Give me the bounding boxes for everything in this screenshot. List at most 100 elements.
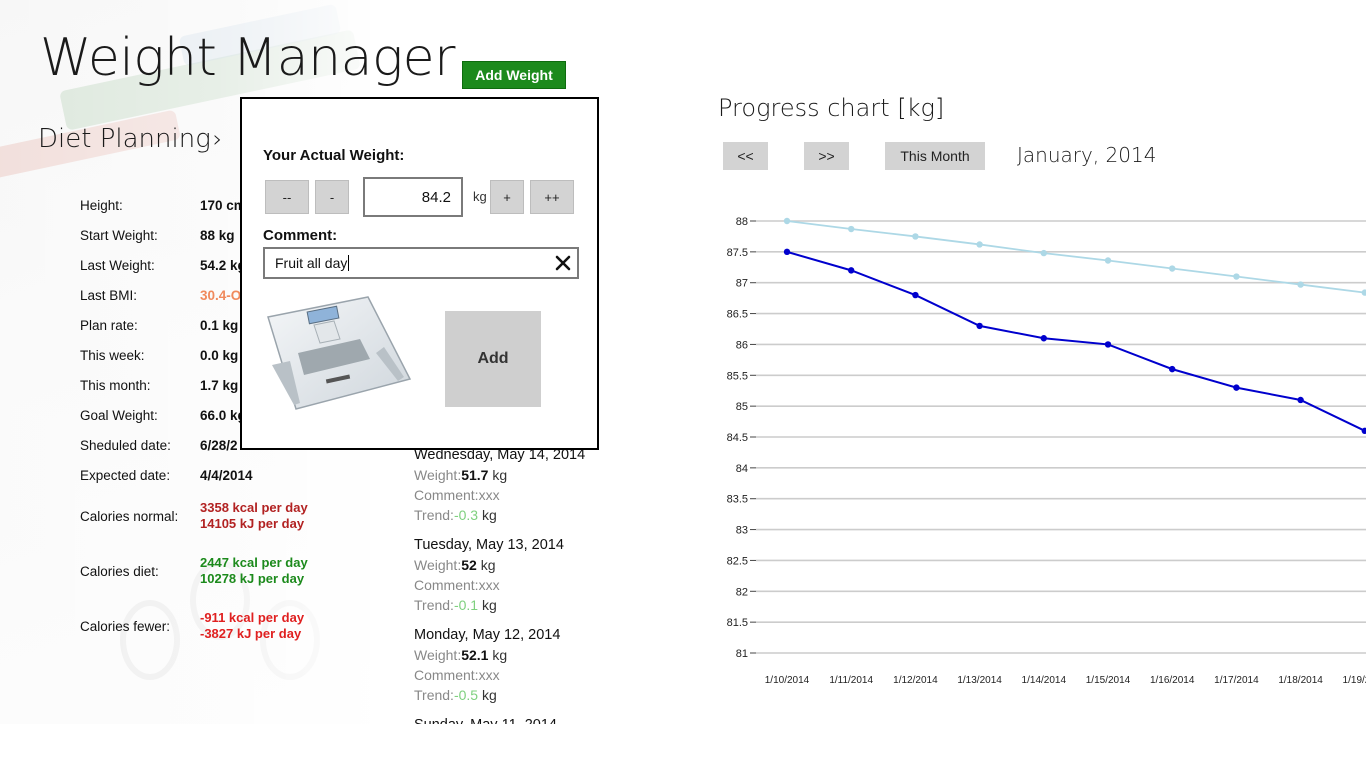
series-line-0 [786, 220, 1365, 294]
comment-label: Comment: [414, 667, 479, 683]
weight-input-value: 84.2 [421, 188, 451, 206]
x-tick-label: 1/16/2014 [1150, 675, 1195, 686]
y-tick-label: 83 [736, 525, 748, 537]
prev-month-button[interactable]: << [723, 142, 768, 170]
bmi-value: 30.4-O [200, 287, 242, 303]
section-title-label: Diet Planning [38, 124, 211, 154]
data-point [976, 322, 983, 330]
calories-values: 2447 kcal per day 10278 kJ per day [200, 555, 308, 587]
kcal-value: -911 kcal per day [200, 610, 305, 625]
increase-big-button[interactable]: ++ [530, 180, 574, 214]
diet-planning-link[interactable]: Diet Planning› [38, 124, 222, 154]
data-point [912, 291, 919, 299]
x-tick-label: 1/19/2014 [1343, 675, 1366, 686]
stat-label: Sheduled date: [80, 437, 171, 453]
entry-date: Monday, May 12, 2014 [414, 627, 561, 643]
entry-trend: Trend:-0.3 kg [414, 505, 654, 525]
data-point [1169, 265, 1176, 272]
comment-input-value: Fruit all day [275, 255, 348, 271]
data-point [1169, 365, 1176, 373]
trend-value: -0.1 [453, 597, 479, 613]
comment-label: Comment: [414, 577, 479, 593]
data-point [1104, 257, 1112, 264]
x-tick-label: 1/14/2014 [1022, 675, 1067, 686]
clear-icon[interactable] [552, 252, 574, 274]
y-tick-label: 85.5 [727, 370, 748, 382]
this-month-button[interactable]: This Month [885, 142, 985, 170]
entry-date: Sunday, May 11, 2014 [414, 715, 654, 724]
data-point [1297, 396, 1304, 404]
increase-button[interactable]: + [490, 180, 524, 214]
trend-unit: kg [481, 597, 497, 613]
chart-title: Progress chart [kg] [718, 94, 945, 122]
y-tick-label: 81 [736, 648, 748, 660]
calories-label: Calories normal: [80, 508, 179, 524]
x-tick-label: 1/10/2014 [765, 675, 810, 686]
stat-label: Expected date: [80, 467, 171, 483]
stat-label: This month: [80, 377, 151, 393]
trend-value: -0.3 [453, 507, 479, 523]
stat-row: Expected date: 4/4/2014 [80, 460, 380, 490]
x-tick-label: 1/12/2014 [893, 675, 938, 686]
next-month-button[interactable]: >> [804, 142, 849, 170]
data-point [1040, 335, 1047, 342]
stat-label: This week: [80, 347, 145, 363]
stat-value: 54.2 kg [200, 257, 246, 273]
stat-value: 0.0 kg [200, 347, 239, 363]
stat-value: 88 kg [200, 227, 235, 243]
data-point [1297, 281, 1304, 288]
stat-label: Start Weight: [80, 227, 158, 243]
app-title: Weight Manager [40, 28, 456, 88]
x-tick-label: 1/13/2014 [957, 675, 1002, 686]
bathroom-scale-image [267, 296, 412, 410]
current-month-label: January, 2014 [1017, 143, 1157, 167]
weight-label: Weight: [414, 467, 462, 483]
y-tick-label: 81.5 [727, 617, 748, 629]
decrease-big-button[interactable]: -- [265, 180, 309, 214]
entry-weight: Weight:51.7 kg [414, 465, 654, 485]
x-tick-label: 1/18/2014 [1278, 675, 1323, 686]
actual-weight-label: Your Actual Weight: [263, 147, 405, 164]
entry-weight: Weight:52 kg [414, 555, 654, 575]
calories-normal-row: Calories normal: 3358 kcal per day 14105 … [80, 496, 380, 536]
comment-label: Comment: [263, 227, 338, 244]
add-button[interactable]: Add [445, 311, 541, 407]
weight-value: 52 [461, 557, 477, 573]
list-item[interactable]: Tuesday, May 13, 2014 Weight:52 kg Comme… [414, 535, 654, 615]
y-tick-label: 87.5 [727, 247, 748, 259]
calories-fewer-row: Calories fewer: -911 kcal per day -3827 k… [80, 606, 380, 646]
stat-value: 6/28/2 [200, 437, 238, 453]
weight-unit: kg [492, 467, 508, 483]
y-tick-label: 87 [736, 278, 748, 290]
trend-unit: kg [481, 507, 497, 523]
list-item[interactable]: Monday, May 12, 2014 Weight:52.1 kg Comm… [414, 625, 654, 705]
list-item[interactable]: Sunday, May 11, 2014 [414, 715, 654, 724]
entry-comment: Comment:xxx [414, 485, 654, 505]
stat-value: 4/4/2014 [200, 467, 253, 483]
comment-value: xxx [478, 487, 500, 503]
add-weight-button[interactable]: Add Weight [462, 61, 566, 89]
list-item[interactable]: Wednesday, May 14, 2014 Weight:51.7 kg C… [414, 445, 654, 525]
weight-history-list[interactable]: Wednesday, May 14, 2014 Weight:51.7 kg C… [414, 445, 654, 724]
y-tick-label: 82.5 [727, 555, 748, 567]
x-tick-label: 1/15/2014 [1086, 675, 1131, 686]
comment-input[interactable]: Fruit all day [263, 247, 579, 279]
stat-value: 0.1 kg [200, 317, 239, 333]
weight-value: 52.1 [461, 647, 489, 663]
stat-label: Plan rate: [80, 317, 138, 333]
trend-label: Trend: [414, 507, 454, 523]
y-tick-label: 88 [736, 216, 748, 228]
data-point [848, 225, 855, 233]
kcal-value: 3358 kcal per day [200, 500, 308, 515]
y-tick-label: 84 [736, 463, 748, 475]
entry-comment: Comment:xxx [414, 575, 654, 595]
x-tick-label: 1/17/2014 [1214, 675, 1259, 686]
kcal-value: 2447 kcal per day [200, 555, 308, 570]
trend-value: -0.5 [453, 687, 479, 703]
weight-input[interactable]: 84.2 [363, 177, 463, 217]
calories-values: -911 kcal per day -3827 kJ per day [200, 610, 304, 642]
stat-label: Goal Weight: [80, 407, 158, 423]
weight-label: Weight: [414, 647, 462, 663]
decrease-button[interactable]: - [315, 180, 349, 214]
kj-value: -3827 kJ per day [200, 626, 302, 641]
